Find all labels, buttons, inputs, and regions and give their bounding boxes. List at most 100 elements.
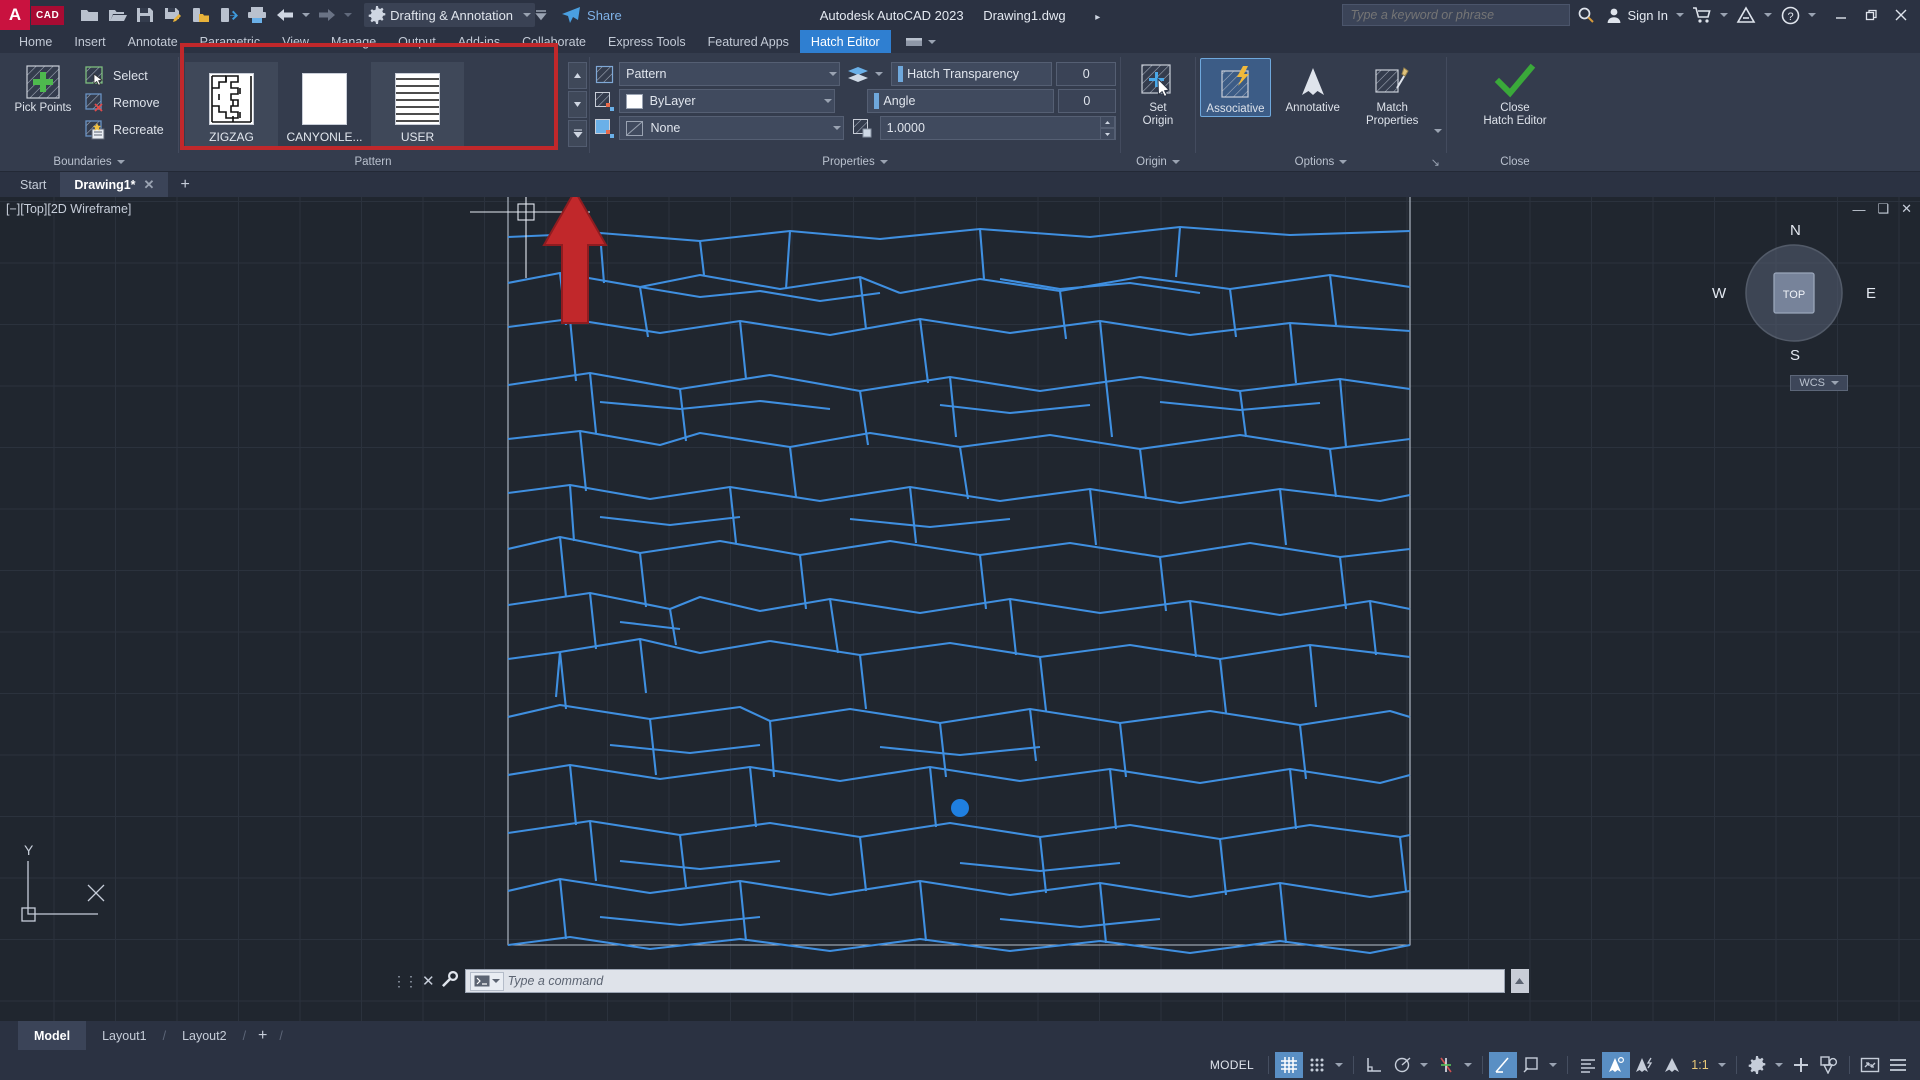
snap-settings-caret-icon[interactable] (1331, 1052, 1347, 1078)
annotation-scale-caret-icon[interactable] (1714, 1052, 1730, 1078)
ucs-box-icon[interactable] (1517, 1052, 1545, 1078)
search-icon[interactable] (1572, 2, 1600, 28)
layers-caret-icon[interactable] (875, 72, 884, 76)
snap-dots-icon[interactable] (1303, 1052, 1331, 1078)
layout-tab-layout2[interactable]: Layout2 (166, 1021, 242, 1050)
close-icon[interactable]: ✕ (422, 972, 435, 990)
autodesk-logo-icon[interactable]: A (0, 0, 30, 30)
plus-icon[interactable] (1787, 1052, 1815, 1078)
isolate-icon[interactable] (1815, 1052, 1843, 1078)
workspace-caret-icon[interactable] (523, 13, 532, 17)
select-boundary-button[interactable]: Select (82, 63, 170, 88)
ribbon-tab-parametric[interactable]: Parametric (189, 30, 271, 53)
viewcube-north-label[interactable]: N (1790, 222, 1801, 239)
pattern-item-zigzag[interactable]: ZIGZAG (185, 62, 278, 150)
new-file-tab-button[interactable]: + (168, 172, 201, 197)
sign-in-button[interactable]: Sign In (1602, 7, 1672, 24)
save-as-icon[interactable] (160, 3, 186, 27)
osnap-settings-caret-icon[interactable] (1460, 1052, 1476, 1078)
ribbon-tab-output[interactable]: Output (387, 30, 447, 53)
file-tab-start[interactable]: Start (6, 172, 60, 197)
ribbon-tab-add-ins[interactable]: Add-ins (447, 30, 511, 53)
ribbon-tab-annotate[interactable]: Annotate (117, 30, 189, 53)
drag-handle-icon[interactable]: ⋮⋮ (392, 973, 418, 990)
pattern-item-canyonlE[interactable]: CANYONLE... (278, 62, 371, 150)
hatch-scale-spinner[interactable] (1100, 116, 1115, 140)
annotation-visibility-icon[interactable] (1574, 1052, 1602, 1078)
command-history-scroll[interactable] (1510, 969, 1529, 993)
redo-icon[interactable] (314, 3, 340, 27)
viewcube-west-label[interactable]: W (1712, 285, 1726, 302)
angle-field[interactable]: Angle (867, 89, 1054, 113)
associative-button[interactable]: Associative (1200, 58, 1271, 117)
polar-icon[interactable] (1388, 1052, 1416, 1078)
sign-in-caret-icon[interactable] (1674, 3, 1686, 27)
account-caret-icon[interactable] (1762, 3, 1774, 27)
ribbon-tab-hatch-editor[interactable]: Hatch Editor (799, 30, 891, 53)
save-icon[interactable] (132, 3, 158, 27)
background-color-combo[interactable]: None (619, 116, 845, 140)
viewcube-south-label[interactable]: S (1790, 347, 1800, 364)
add-layout-button[interactable]: + (246, 1021, 279, 1050)
help-icon[interactable]: ? (1776, 2, 1804, 28)
plot-icon[interactable] (244, 3, 270, 27)
ribbon-tab-home[interactable]: Home (8, 30, 63, 53)
wcs-selector[interactable]: WCS (1790, 375, 1848, 391)
view-cube[interactable]: TOP N E S W (1712, 222, 1876, 364)
open-from-web-icon[interactable] (188, 3, 214, 27)
gallery-expand-button[interactable] (568, 120, 587, 147)
match-properties-caret-icon[interactable] (1432, 129, 1442, 153)
hatch-color-combo[interactable]: ByLayer (618, 89, 836, 113)
options-expand-icon[interactable] (1339, 160, 1348, 164)
pattern-gallery-scrollbar[interactable] (567, 53, 589, 171)
hamburger-icon[interactable] (1884, 1052, 1912, 1078)
hatch-color-caret-icon[interactable] (824, 99, 833, 103)
ucs-settings-caret-icon[interactable] (1545, 1052, 1561, 1078)
qat-customize-icon[interactable] (535, 3, 547, 27)
file-tab-drawing1[interactable]: Drawing1* ✕ (60, 172, 169, 197)
undo-dropdown-icon[interactable] (300, 3, 312, 27)
layout-tab-model[interactable]: Model (18, 1021, 87, 1050)
ribbon-tab-express-tools[interactable]: Express Tools (597, 30, 697, 53)
annotation-scale-auto-icon[interactable] (1602, 1052, 1630, 1078)
options-dialog-launcher-icon[interactable]: ↘ (1431, 156, 1440, 169)
minimize-window-button[interactable] (1826, 0, 1856, 30)
app-store-icon[interactable] (1688, 2, 1716, 28)
autodesk-account-icon[interactable] (1732, 2, 1760, 28)
wrench-icon[interactable] (441, 970, 459, 993)
model-space-label[interactable]: MODEL (1202, 1058, 1262, 1072)
hatch-scale-down-button[interactable] (1100, 128, 1115, 140)
background-color-caret-icon[interactable] (833, 126, 842, 130)
match-properties-button[interactable]: Match Properties (1354, 58, 1430, 128)
redo-dropdown-icon[interactable] (342, 3, 354, 27)
drawing-canvas[interactable]: [−][Top][2D Wireframe] — ❑ ✕ TOP N E S W… (0, 197, 1920, 1021)
recreate-boundary-button[interactable]: Recreate (82, 117, 170, 142)
workspace-caret-icon[interactable] (1771, 1052, 1787, 1078)
hatch-scale-up-button[interactable] (1100, 116, 1115, 128)
polar-settings-caret-icon[interactable] (1416, 1052, 1432, 1078)
hatch-type-combo[interactable]: Pattern (619, 62, 841, 86)
viewcube-east-label[interactable]: E (1866, 285, 1876, 302)
workspace-selector[interactable]: Drafting & Annotation (364, 3, 536, 27)
ribbon-tab-view[interactable]: View (271, 30, 320, 53)
gallery-scroll-up-button[interactable] (568, 62, 587, 89)
set-origin-button[interactable]: Set Origin (1125, 58, 1191, 128)
gallery-scroll-down-button[interactable] (568, 91, 587, 118)
ribbon-tab-featured-apps[interactable]: Featured Apps (697, 30, 800, 53)
search-input[interactable] (1350, 8, 1561, 22)
hatch-transparency-value-box[interactable]: 0 (1056, 62, 1116, 86)
undo-icon[interactable] (272, 3, 298, 27)
new-file-icon[interactable] (76, 3, 102, 27)
annotative-button[interactable]: Annotative (1273, 58, 1352, 115)
pick-points-button[interactable]: Pick Points (4, 58, 82, 115)
close-icon[interactable]: ✕ (144, 177, 155, 193)
gear-icon[interactable] (1743, 1052, 1771, 1078)
command-input-box[interactable]: Type a command (464, 969, 1505, 993)
ribbon-tab-insert[interactable]: Insert (63, 30, 116, 53)
osnap-icon[interactable] (1432, 1052, 1460, 1078)
ortho-icon[interactable] (1360, 1052, 1388, 1078)
close-window-button[interactable] (1886, 0, 1916, 30)
save-to-web-icon[interactable] (216, 3, 242, 27)
pattern-item-user[interactable]: USER (371, 62, 464, 150)
boundaries-expand-icon[interactable] (116, 160, 125, 164)
